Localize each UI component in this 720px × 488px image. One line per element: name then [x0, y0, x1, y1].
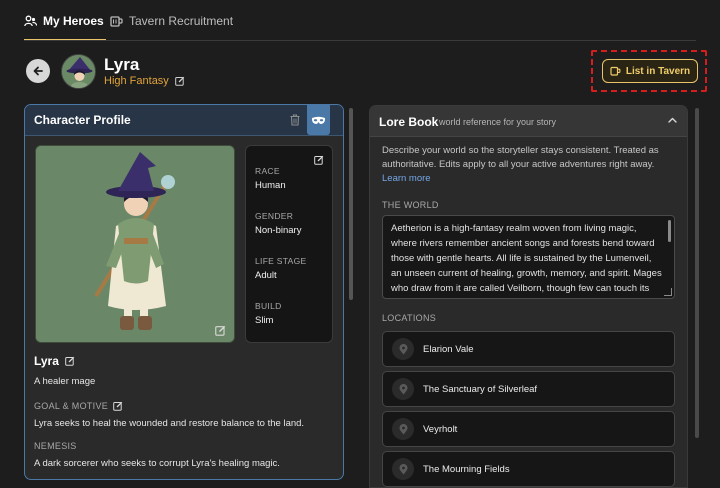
location-item[interactable]: The Sanctuary of Silverleaf: [382, 371, 675, 407]
character-tagline: A healer mage: [34, 376, 96, 387]
map-pin-icon: [392, 338, 414, 360]
world-text: Aetherion is a high-fantasy realm woven …: [391, 223, 662, 294]
portrait-illustration: [36, 146, 234, 342]
nemesis-label: NEMESIS: [34, 441, 77, 451]
location-item[interactable]: Elarion Vale: [382, 331, 675, 367]
tab-divider: [24, 40, 696, 41]
avatar: [61, 54, 96, 89]
map-pin-icon: [392, 378, 414, 400]
race-label: RACE: [255, 166, 280, 176]
nemesis-text: A dark sorcerer who seeks to corrupt Lyr…: [34, 458, 280, 469]
character-name: Lyra: [34, 354, 59, 368]
location-item[interactable]: Veyrholt: [382, 411, 675, 447]
world-textarea[interactable]: Aetherion is a high-fantasy realm woven …: [382, 215, 675, 299]
lore-description: Describe your world so the storyteller s…: [382, 145, 659, 170]
panel-subtitle: world reference for your story: [439, 117, 557, 127]
mask-button[interactable]: [307, 105, 330, 135]
locations-label: LOCATIONS: [382, 313, 437, 323]
mug-icon: [110, 16, 123, 27]
location-name: Veyrholt: [423, 423, 458, 435]
gender-label: GENDER: [255, 211, 294, 221]
lore-book-panel: Lore Book world reference for your story…: [369, 105, 688, 488]
location-name: The Mourning Fields: [423, 463, 510, 475]
panel-title: Lore Book: [379, 115, 439, 129]
life-stage-value: Adult: [255, 270, 277, 281]
list-in-tavern-label: List in Tavern: [625, 65, 691, 77]
lore-book-header[interactable]: Lore Book world reference for your story: [370, 106, 687, 137]
edit-icon[interactable]: [314, 155, 324, 165]
edit-icon[interactable]: [65, 356, 75, 366]
mask-icon: [311, 116, 326, 124]
tab-label: Tavern Recruitment: [129, 14, 234, 28]
list-in-tavern-button[interactable]: List in Tavern: [602, 59, 698, 83]
location-name: Elarion Vale: [423, 343, 474, 355]
lore-scrollbar[interactable]: [695, 108, 699, 438]
build-label: BUILD: [255, 301, 282, 311]
tab-label: My Heroes: [43, 14, 104, 28]
goal-text: Lyra seeks to heal the wounded and resto…: [34, 418, 305, 429]
world-textarea-scrollbar[interactable]: [668, 220, 671, 242]
gender-value: Non-binary: [255, 225, 302, 236]
goal-label: GOAL & MOTIVE: [34, 401, 109, 411]
trash-icon[interactable]: [290, 114, 300, 126]
users-icon: [24, 15, 37, 27]
attributes-card: RACE Human GENDER Non-binary LIFE STAGE …: [245, 145, 333, 343]
genre-label: High Fantasy: [104, 75, 169, 87]
location-item[interactable]: The Mourning Fields: [382, 451, 675, 487]
resize-handle[interactable]: [664, 288, 672, 296]
character-portrait: [35, 145, 235, 343]
highlight-outline: List in Tavern: [591, 50, 707, 92]
edit-icon[interactable]: [113, 401, 123, 411]
goal-label-row: GOAL & MOTIVE: [34, 401, 123, 411]
arrow-left-icon: [33, 66, 43, 76]
back-button[interactable]: [26, 59, 50, 83]
location-name: The Sanctuary of Silverleaf: [423, 383, 538, 395]
world-label: THE WORLD: [382, 200, 439, 210]
hero-name: Lyra: [104, 55, 140, 74]
map-pin-icon: [392, 458, 414, 480]
character-profile-panel: Character Profile RACE Human GENDER Non-…: [24, 104, 344, 480]
tab-my-heroes[interactable]: My Heroes: [24, 14, 106, 41]
panel-title: Character Profile: [34, 113, 131, 127]
mug-icon: [610, 66, 621, 76]
life-stage-label: LIFE STAGE: [255, 256, 307, 266]
learn-more-link[interactable]: Learn more: [382, 173, 431, 184]
character-name-row: Lyra: [34, 354, 75, 368]
profile-scrollbar[interactable]: [349, 108, 353, 300]
edit-icon[interactable]: [215, 325, 226, 336]
edit-icon[interactable]: [175, 76, 185, 86]
tab-tavern-recruitment[interactable]: Tavern Recruitment: [110, 14, 233, 41]
tab-bar: My Heroes Tavern Recruitment: [0, 0, 720, 41]
race-value: Human: [255, 180, 286, 191]
genre-row: High Fantasy: [104, 75, 185, 87]
chevron-up-icon[interactable]: [667, 115, 678, 126]
map-pin-icon: [392, 418, 414, 440]
build-value: Slim: [255, 315, 274, 326]
